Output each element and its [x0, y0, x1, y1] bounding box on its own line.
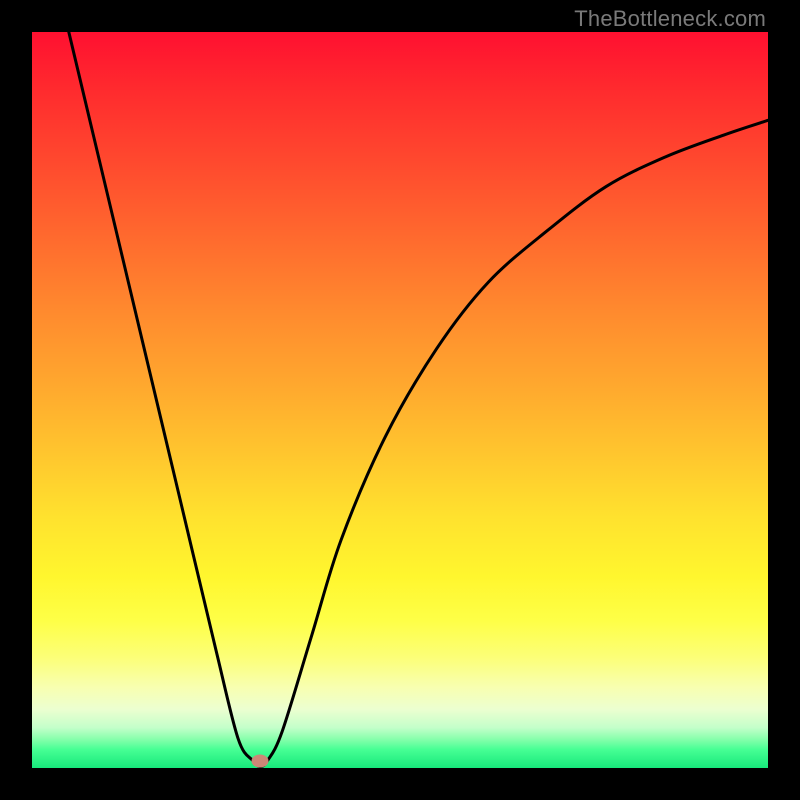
chart-frame: TheBottleneck.com	[0, 0, 800, 800]
optimal-point-marker	[252, 755, 269, 768]
attribution-label: TheBottleneck.com	[574, 6, 766, 32]
plot-area	[32, 32, 768, 768]
bottleneck-curve	[32, 32, 768, 768]
